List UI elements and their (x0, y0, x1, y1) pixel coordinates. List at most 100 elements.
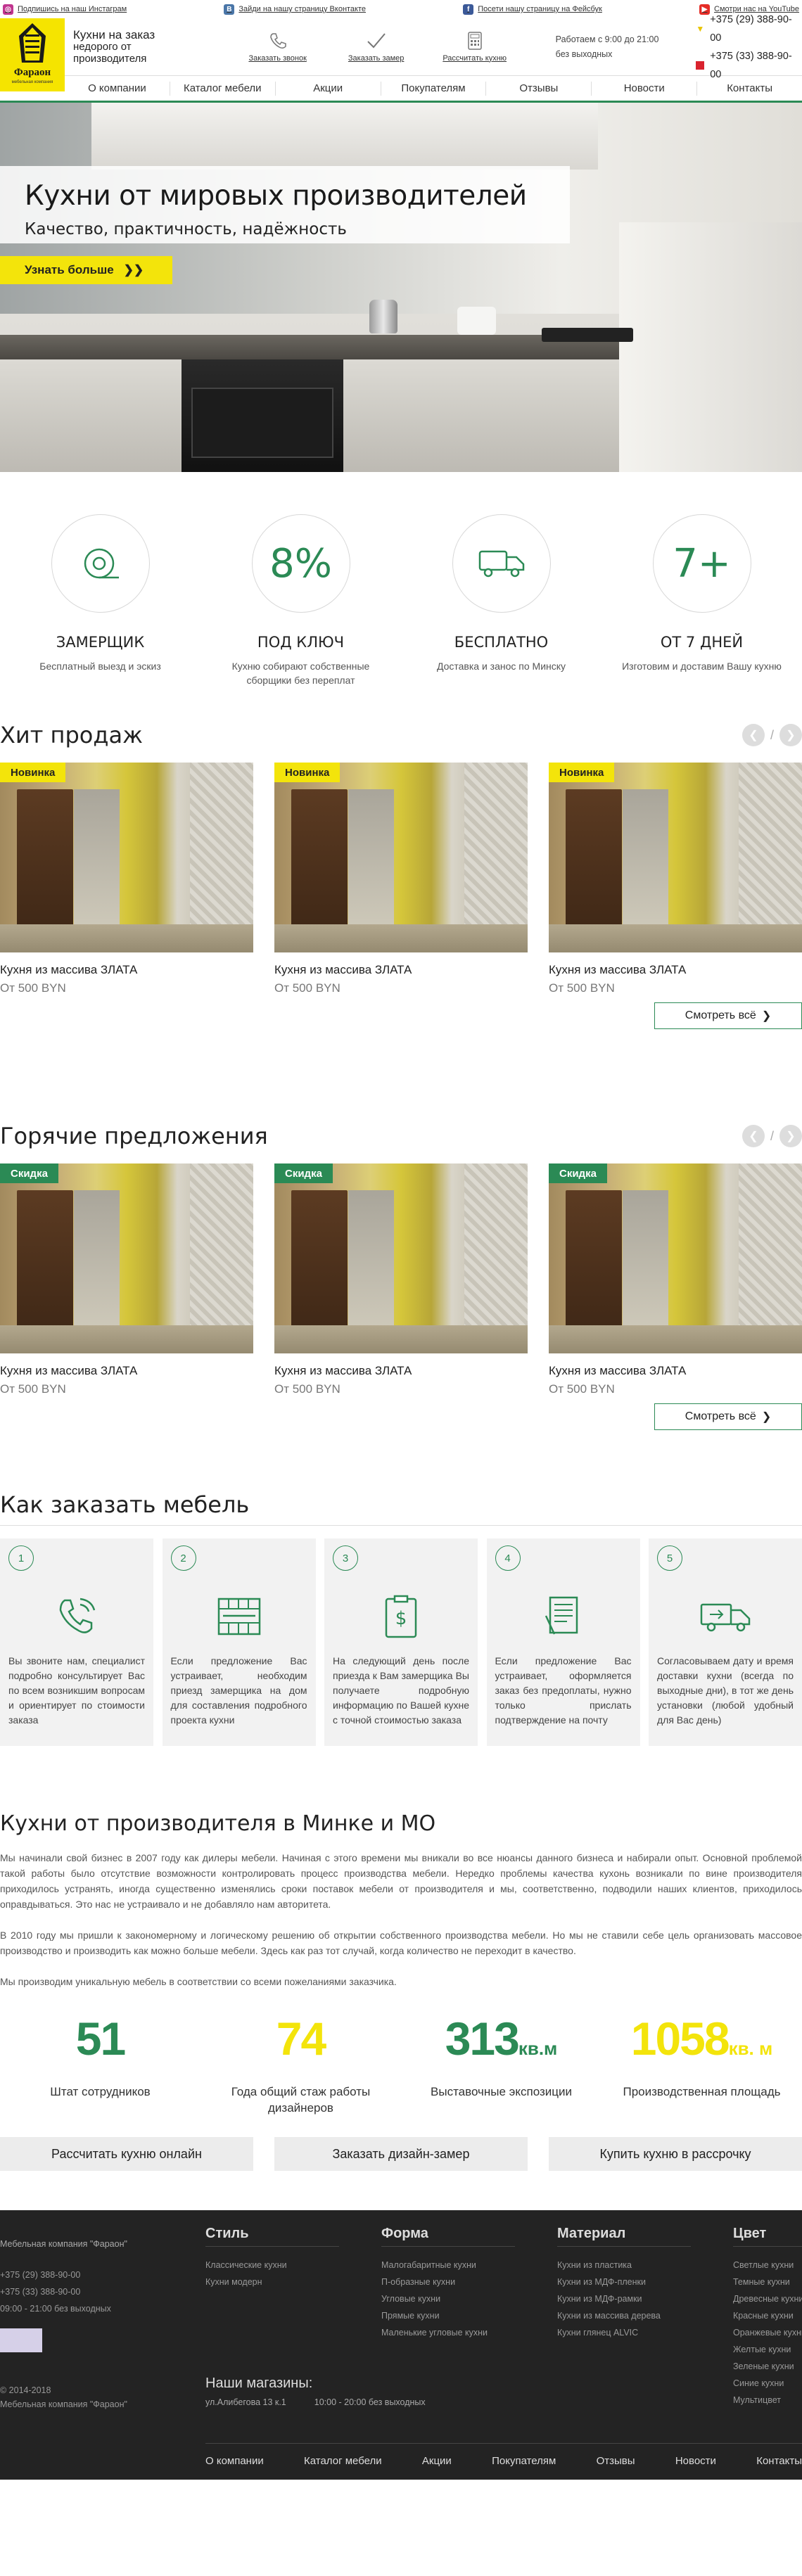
footer-link[interactable]: Малогабаритные кухни (381, 2257, 557, 2274)
footer-link[interactable]: Зеленые кухни (733, 2358, 802, 2375)
price-list-icon: $ (385, 1595, 417, 1638)
calc-kitchen-button[interactable]: Рассчитать кухню (436, 31, 514, 63)
footer-nav-buyers[interactable]: Покупателям (492, 2455, 556, 2467)
footer-link[interactable]: П-образные кухни (381, 2274, 557, 2290)
about-paragraph: Мы производим уникальную мебель в соотве… (0, 1976, 397, 1987)
footer-nav-promo[interactable]: Акции (422, 2455, 452, 2467)
footer-link[interactable]: Прямые кухни (381, 2307, 557, 2324)
chevron-right-icon: ❯ (761, 1010, 772, 1022)
svg-text:$: $ (395, 1608, 407, 1629)
footer-link[interactable]: Классические кухни (205, 2257, 381, 2274)
hero-title: Кухни от мировых производителей (25, 180, 527, 212)
vk-icon: B (224, 4, 235, 15)
features: ЗАМЕРЩИК Бесплатный выезд и эскиз 8% ПОД… (0, 472, 802, 722)
footer-nav-reviews[interactable]: Отзывы (597, 2455, 635, 2467)
view-all-hits-button[interactable]: Смотреть всё ❯ (654, 1002, 802, 1029)
visit-counter-icon (0, 2328, 42, 2352)
feature-item: 8% ПОД КЛЮЧ Кухню собирают собственные с… (213, 514, 389, 722)
phone-link-1[interactable]: +375 (29) 388-90-00 (710, 11, 802, 47)
product-image: Скидка (274, 1163, 528, 1353)
footer-link[interactable]: Желтые кухни (733, 2341, 802, 2358)
footer-link[interactable]: Синие кухни (733, 2375, 802, 2392)
product-card[interactable]: Новинка Кухня из массива ЗЛАТА От 500 BY… (549, 763, 802, 995)
next-arrow-icon[interactable]: ❯ (779, 724, 802, 746)
badge-sale: Скидка (549, 1163, 607, 1183)
footer-link[interactable]: Мультицвет (733, 2392, 802, 2409)
velcom-icon: ▼ (696, 23, 705, 34)
hot-section: Горячие предложения ❮ / ❯ Скидка Кухня из … (0, 1123, 802, 1491)
footer-col-color: Цвет Светлые кухни Темные кухни Древесны… (733, 2226, 802, 2409)
truck-icon (478, 550, 524, 578)
footer-link[interactable]: Угловые кухни (381, 2290, 557, 2307)
product-card[interactable]: Скидка Кухня из массива ЗЛАТА От 500 BYN (549, 1163, 802, 1396)
logo-sub: мебельная компания (11, 80, 53, 84)
phone-link-2[interactable]: +375 (33) 388-90-00 (710, 47, 802, 84)
main-nav: О компании Каталог мебели Акции Покупате… (0, 76, 802, 103)
order-title: Как заказать мебель (0, 1491, 250, 1518)
order-section: Как заказать мебель 1 Вы звоните нам, сп… (0, 1491, 802, 1811)
order-measure-button[interactable]: Заказать замер (338, 32, 415, 63)
order-call-button[interactable]: Заказать звонок (239, 32, 317, 63)
footer-nav-contacts[interactable]: Контакты (756, 2455, 802, 2467)
footer-link[interactable]: Темные кухни (733, 2274, 802, 2290)
calc-online-button[interactable]: Рассчитать кухню онлайн (0, 2137, 253, 2171)
logo[interactable]: Фараон мебельная компания (0, 18, 65, 91)
footer-link[interactable]: Кухни из МДФ-рамки (557, 2290, 733, 2307)
nav-item-promo[interactable]: Акции (274, 81, 381, 96)
design-measure-button[interactable]: Заказать дизайн-замер (274, 2137, 528, 2171)
product-image: Скидка (549, 1163, 802, 1353)
view-all-hot-button[interactable]: Смотреть всё ❯ (654, 1403, 802, 1430)
footer-link[interactable]: Оранжевые кухни (733, 2324, 802, 2341)
footer-link[interactable]: Маленькие угловые кухни (381, 2324, 557, 2341)
about-title: Кухни от производителя в Минке и МО (0, 1811, 436, 1836)
nav-item-buyers[interactable]: Покупателям (380, 81, 486, 96)
badge-new: Новинка (0, 763, 66, 782)
check-icon (367, 32, 386, 48)
installment-button[interactable]: Купить кухню в рассрочку (549, 2137, 802, 2171)
facebook-icon: f (463, 4, 474, 15)
footer-link[interactable]: Кухни глянец ALVIC (557, 2324, 733, 2341)
double-chevron-icon: ❯❯ (123, 263, 144, 276)
nav-item-catalog[interactable]: Каталог мебели (169, 81, 275, 96)
prev-arrow-icon[interactable]: ❮ (741, 1125, 765, 1147)
nav-item-news[interactable]: Новости (591, 81, 696, 96)
footer-link[interactable]: Кухни из массива дерева (557, 2307, 733, 2324)
phone-call-icon (59, 1598, 96, 1633)
footer-nav-catalog[interactable]: Каталог мебели (304, 2455, 382, 2467)
nav-item-contacts[interactable]: Контакты (696, 81, 802, 96)
footer-link[interactable]: Кухни модерн (205, 2274, 381, 2290)
next-arrow-icon[interactable]: ❯ (779, 1125, 802, 1147)
chevron-right-icon: ❯ (761, 1411, 772, 1423)
footer-link[interactable]: Красные кухни (733, 2307, 802, 2324)
product-card[interactable]: Новинка Кухня из массива ЗЛАТА От 500 BY… (274, 763, 528, 995)
footer-link[interactable]: Светлые кухни (733, 2257, 802, 2274)
product-card[interactable]: Скидка Кухня из массива ЗЛАТА От 500 BYN (0, 1163, 253, 1396)
hero-banner: Кухни от мировых производителей Качество… (0, 103, 802, 472)
product-image: Новинка (549, 763, 802, 952)
prev-arrow-icon[interactable]: ❮ (741, 724, 765, 746)
instagram-link[interactable]: ◎ Подпишись на наш Инстаграм (3, 4, 127, 15)
about-paragraph: В 2010 году мы пришли к закономерному и … (0, 1930, 802, 1956)
product-card[interactable]: Новинка Кухня из массива ЗЛАТА От 500 BY… (0, 763, 253, 995)
nav-item-about[interactable]: О компании (65, 82, 170, 96)
contract-icon (545, 1596, 578, 1635)
facebook-link[interactable]: f Посети нашу страницу на Фейсбук (463, 4, 602, 15)
feature-item: 7+ ОТ 7 ДНЕЙ Изготовим и доставим Вашу к… (614, 514, 790, 722)
pharaoh-logo-icon (19, 23, 46, 63)
footer-link[interactable]: Древесные кухни (733, 2290, 802, 2307)
phones: ▼ +375 (29) 388-90-00 +375 (33) 388-90-00 (696, 11, 802, 84)
nav-item-reviews[interactable]: Отзывы (485, 81, 591, 96)
footer-link[interactable]: Кухни из МДФ-пленки (557, 2274, 733, 2290)
about-section: Кухни от производителя в Минке и МО Мы н… (0, 1811, 802, 1989)
footer-nav-about[interactable]: О компании (205, 2455, 264, 2467)
vk-link[interactable]: B Зайди на нашу страницу Вконтакте (224, 4, 366, 15)
footer-col-material: Материал Кухни из пластика Кухни из МДФ-… (557, 2226, 733, 2409)
topbar: ◎ Подпишись на наш Инстаграм B Зайди на на… (0, 0, 802, 18)
product-card[interactable]: Скидка Кухня из массива ЗЛАТА От 500 BYN (274, 1163, 528, 1396)
footer-link[interactable]: Кухни из пластика (557, 2257, 733, 2274)
learn-more-button[interactable]: Узнать больше ❯❯ (0, 256, 172, 284)
phone-icon (269, 32, 286, 49)
hits-section: Хит продаж ❮ / ❯ Новинка Кухня из массива … (0, 722, 802, 1123)
footer-nav: О компании Каталог мебели Акции Покупате… (205, 2443, 802, 2467)
footer-nav-news[interactable]: Новости (675, 2455, 716, 2467)
